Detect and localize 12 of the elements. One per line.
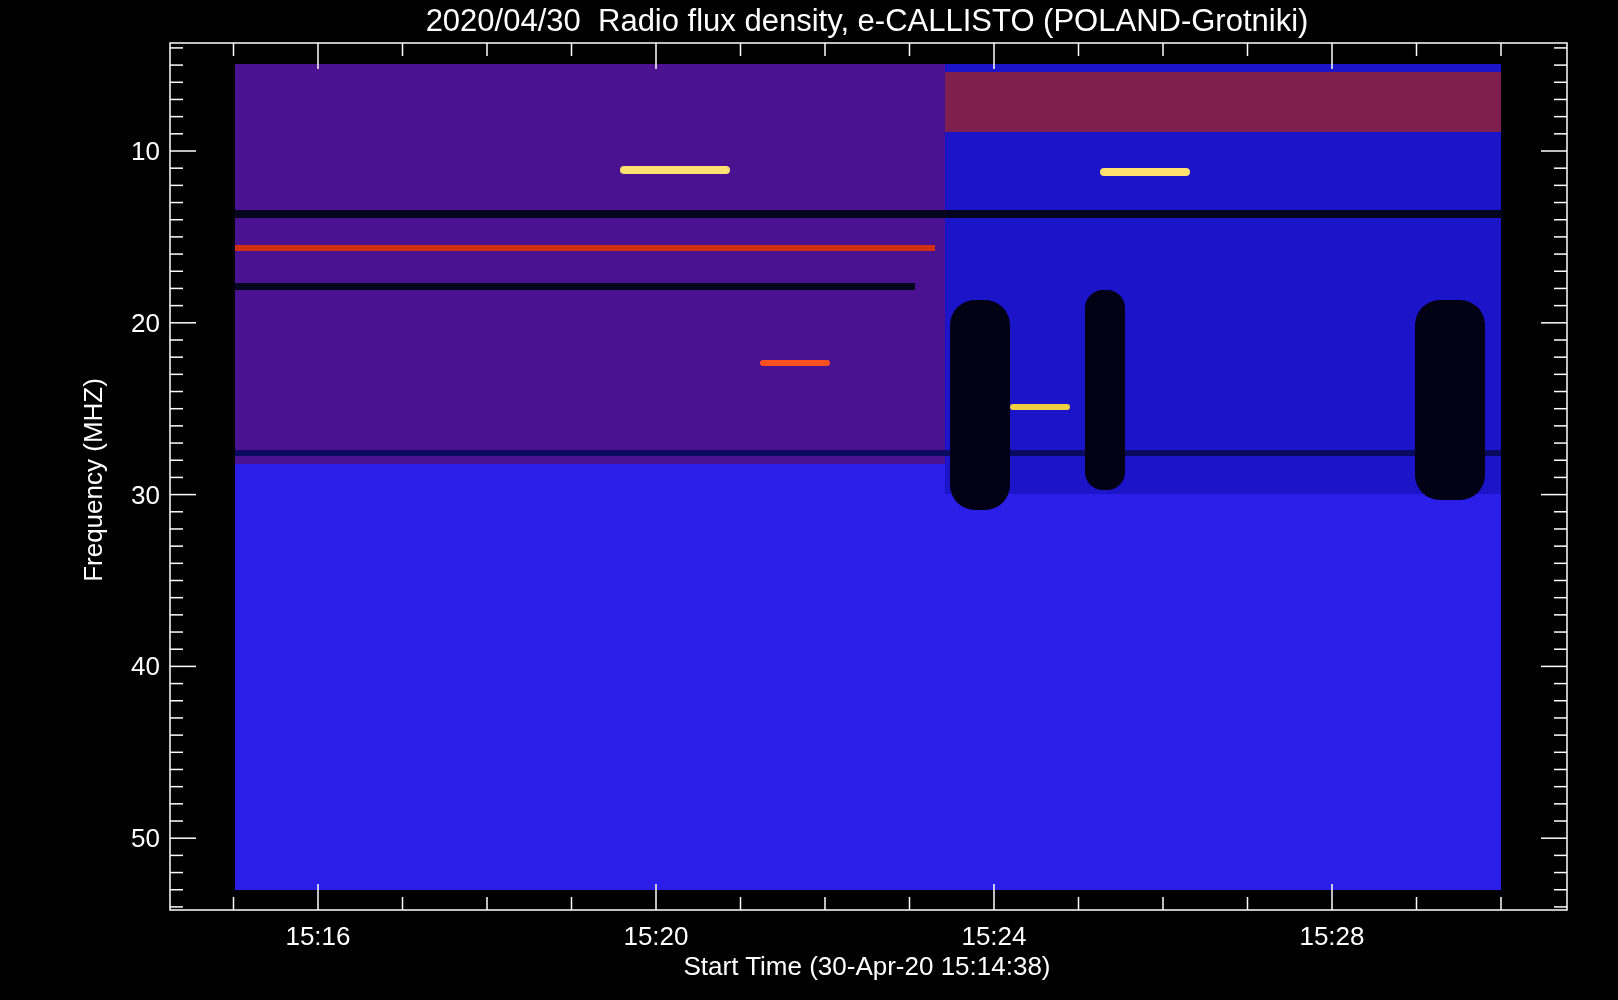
x-axis-label: Start Time (30-Apr-20 15:14:38) [683,951,1051,981]
chart-title: 2020/04/30 Radio flux density, e-CALLISTO (POLAND-Grotniki) [425,3,1309,38]
y-tick-label: 50 [131,823,160,854]
x-tick-label: 15:20 [623,921,689,951]
y-tick-label: 30 [131,479,160,510]
x-tick-label: 15:16 [285,921,351,951]
y-tick-label: 10 [131,136,160,166]
x-tick-label: 15:28 [1299,921,1365,951]
x-tick-label: 15:24 [961,921,1027,951]
y-tick-label: 20 [131,307,160,338]
y-tick-label: 40 [131,651,160,682]
y-axis-label: Frequency (MHZ) [78,378,108,582]
